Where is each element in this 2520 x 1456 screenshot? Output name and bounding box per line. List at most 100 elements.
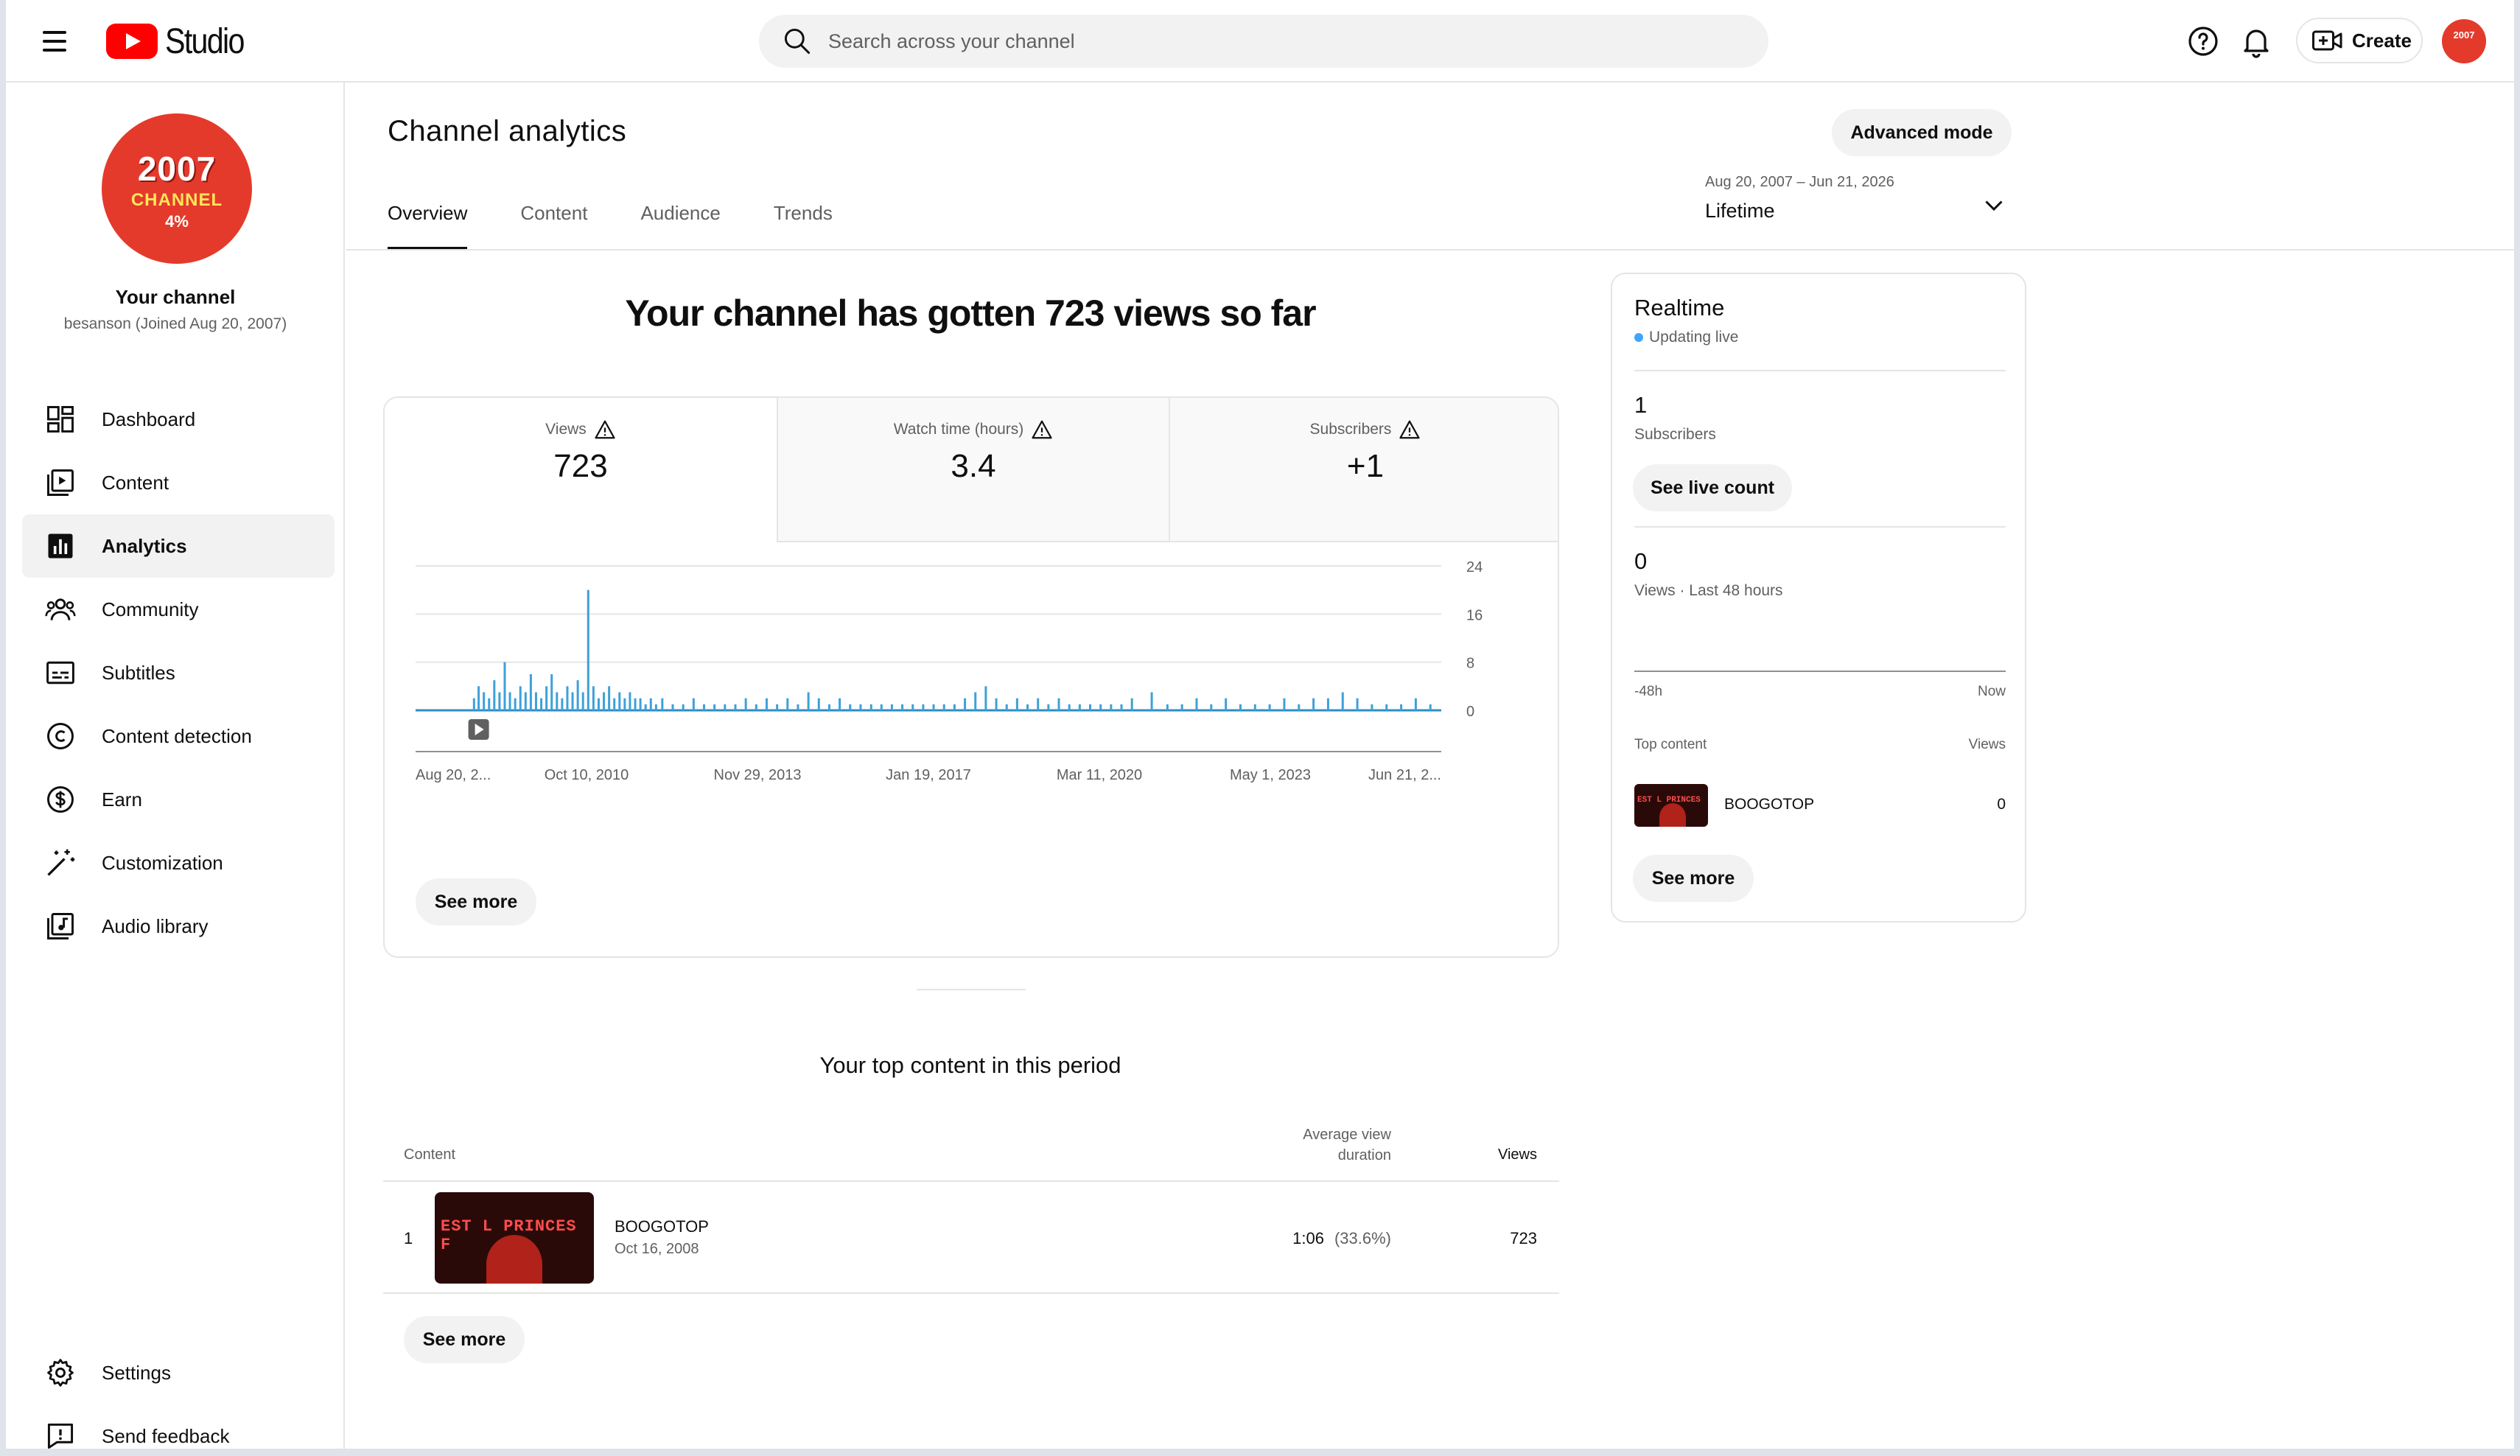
realtime-status: Updating live bbox=[1634, 329, 1738, 346]
realtime-video-views: 0 bbox=[1997, 796, 2006, 813]
sidebar-item-community[interactable]: Community bbox=[22, 578, 335, 641]
channel-avatar-percent: 4% bbox=[165, 212, 189, 231]
y-tick-label: 8 bbox=[1466, 656, 1474, 672]
sidebar-item-label: Settings bbox=[102, 1361, 171, 1384]
help-icon[interactable] bbox=[2185, 24, 2221, 59]
realtime-views-label: Views · Last 48 hours bbox=[1634, 582, 1783, 599]
sidebar-item-settings[interactable]: Settings bbox=[22, 1341, 335, 1404]
channel-handle: besanson (Joined Aug 20, 2007) bbox=[63, 315, 287, 332]
live-dot-icon bbox=[1634, 333, 1643, 342]
column-header-content: Content bbox=[404, 1147, 456, 1163]
metric-label: Subscribers bbox=[1309, 421, 1392, 438]
sidebar-item-label: Audio library bbox=[102, 914, 209, 937]
create-button[interactable]: Create bbox=[2296, 18, 2423, 63]
sidebar-item-label: Send feedback bbox=[102, 1424, 230, 1447]
account-avatar-text: 2007 bbox=[2453, 29, 2475, 41]
sidebar-item-customization[interactable]: Customization bbox=[22, 831, 335, 895]
date-range-label: Lifetime bbox=[1705, 200, 1775, 222]
create-label: Create bbox=[2352, 29, 2412, 52]
channel-avatar-word: CHANNEL bbox=[130, 190, 223, 210]
y-tick-label: 0 bbox=[1466, 704, 1474, 720]
video-thumbnail[interactable]: EST L PRINCES F bbox=[435, 1192, 594, 1284]
sidebar-item-audio-library[interactable]: Audio library bbox=[22, 895, 335, 958]
realtime-axis-start: -48h bbox=[1634, 684, 1663, 699]
sidebar-item-content-detection[interactable]: Content detection bbox=[22, 704, 335, 768]
realtime-subscribers-value: 1 bbox=[1634, 392, 1648, 418]
average-view-duration: 1:06 (33.6%) bbox=[1185, 1229, 1391, 1248]
notifications-bell-icon[interactable] bbox=[2239, 24, 2274, 59]
realtime-video-title[interactable]: BOOGOTOP bbox=[1724, 796, 1814, 813]
avd-percent: (33.6%) bbox=[1334, 1229, 1391, 1247]
metric-watch-time[interactable]: Watch time (hours) 3.4 bbox=[777, 398, 1169, 542]
date-range-picker[interactable]: Aug 20, 2007 – Jun 21, 2026 Lifetime bbox=[1705, 174, 2015, 233]
sidebar: 2007 CHANNEL 4% Your channel besanson (J… bbox=[6, 83, 345, 1449]
search-input[interactable] bbox=[828, 29, 1712, 53]
top-content-see-more-button[interactable]: See more bbox=[404, 1316, 525, 1363]
overview-card: Views 723 Watch time (hours) 3.4 Subscri… bbox=[383, 396, 1559, 958]
see-live-count-button[interactable]: See live count bbox=[1633, 464, 1792, 511]
x-tick-label: Oct 10, 2010 bbox=[545, 767, 629, 783]
audio-library-icon bbox=[47, 913, 74, 939]
metric-value: 3.4 bbox=[951, 448, 996, 484]
metric-views[interactable]: Views 723 bbox=[385, 398, 777, 542]
sidebar-item-label: Content detection bbox=[102, 724, 252, 747]
analytics-icon bbox=[48, 533, 73, 559]
video-date: Oct 16, 2008 bbox=[615, 1241, 699, 1257]
sidebar-item-content[interactable]: Content bbox=[22, 451, 335, 514]
tab-content[interactable]: Content bbox=[520, 202, 587, 251]
search-bar[interactable] bbox=[759, 15, 1768, 68]
sidebar-item-label: Analytics bbox=[102, 534, 187, 557]
chart-see-more-button[interactable]: See more bbox=[416, 878, 536, 925]
sidebar-item-earn[interactable]: Earn bbox=[22, 768, 335, 831]
top-bar: Studio Create 2007 bbox=[6, 0, 2514, 83]
column-header-views: Views bbox=[1498, 1147, 1537, 1163]
section-divider bbox=[917, 989, 1026, 990]
tab-overview[interactable]: Overview bbox=[388, 202, 468, 251]
top-content-title: Your top content in this period bbox=[819, 1052, 1121, 1078]
warning-icon bbox=[1032, 420, 1052, 439]
video-title[interactable]: BOOGOTOP bbox=[615, 1217, 709, 1236]
metric-value: +1 bbox=[1346, 448, 1385, 484]
tab-audience[interactable]: Audience bbox=[640, 202, 720, 251]
page-title: Channel analytics bbox=[388, 115, 627, 147]
chevron-down-icon bbox=[1985, 200, 2003, 211]
realtime-views-column-label: Views bbox=[1968, 737, 2006, 752]
y-tick-label: 24 bbox=[1466, 559, 1483, 575]
advanced-mode-button[interactable]: Advanced mode bbox=[1832, 109, 2012, 156]
thumbnail-figure bbox=[1659, 803, 1686, 827]
magic-wand-icon bbox=[47, 849, 75, 876]
sidebar-item-label: Earn bbox=[102, 788, 142, 811]
table-divider bbox=[383, 1180, 1559, 1182]
sidebar-item-subtitles[interactable]: Subtitles bbox=[22, 641, 335, 704]
realtime-axis-end: Now bbox=[1977, 684, 2006, 699]
feedback-icon bbox=[47, 1423, 74, 1449]
x-tick-label: Jan 19, 2017 bbox=[886, 767, 971, 783]
realtime-video-thumbnail[interactable]: EST L PRINCES bbox=[1634, 784, 1708, 827]
metric-label: Watch time (hours) bbox=[893, 421, 1024, 438]
realtime-chart-baseline bbox=[1634, 671, 2006, 672]
date-range-dates: Aug 20, 2007 – Jun 21, 2026 bbox=[1705, 174, 1894, 190]
metric-value: 723 bbox=[553, 448, 608, 484]
search-icon bbox=[784, 28, 811, 55]
warning-icon bbox=[595, 420, 615, 439]
realtime-divider bbox=[1634, 370, 2006, 371]
x-tick-label: Mar 11, 2020 bbox=[1057, 767, 1142, 783]
video-add-icon bbox=[2312, 30, 2342, 51]
x-tick-label: Nov 29, 2013 bbox=[714, 767, 802, 783]
sidebar-item-dashboard[interactable]: Dashboard bbox=[22, 388, 335, 451]
menu-icon[interactable] bbox=[40, 27, 71, 56]
youtube-logo-icon bbox=[106, 24, 158, 59]
column-header-avd: Average view duration bbox=[1214, 1124, 1391, 1166]
sidebar-item-send-feedback[interactable]: Send feedback bbox=[22, 1404, 335, 1449]
account-avatar[interactable]: 2007 bbox=[2442, 19, 2486, 63]
studio-window: Studio Create 2007 2007 CHANNEL 4% Your … bbox=[6, 0, 2514, 1449]
realtime-see-more-button[interactable]: See more bbox=[1633, 855, 1754, 902]
tab-trends[interactable]: Trends bbox=[774, 202, 833, 251]
realtime-title: Realtime bbox=[1634, 295, 1725, 321]
realtime-views-value: 0 bbox=[1634, 548, 1648, 574]
sidebar-item-analytics[interactable]: Analytics bbox=[22, 514, 335, 578]
metric-tabs: Views 723 Watch time (hours) 3.4 Subscri… bbox=[385, 398, 1558, 542]
channel-avatar[interactable]: 2007 CHANNEL 4% bbox=[102, 113, 252, 264]
studio-logo[interactable]: Studio bbox=[106, 21, 256, 62]
metric-subscribers[interactable]: Subscribers +1 bbox=[1169, 398, 1558, 542]
